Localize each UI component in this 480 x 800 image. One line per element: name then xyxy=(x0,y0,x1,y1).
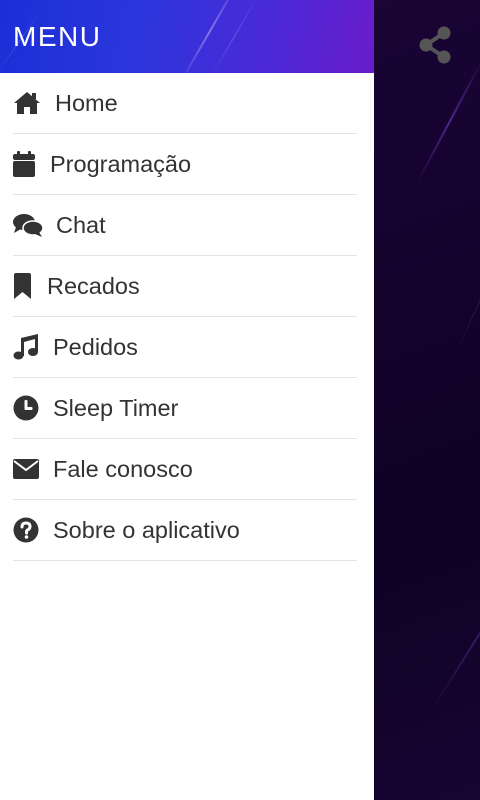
menu-item-sleep-timer[interactable]: Sleep Timer xyxy=(13,378,357,439)
music-note-icon xyxy=(13,333,53,361)
menu-item-programacao[interactable]: Programação xyxy=(13,134,357,195)
share-icon xyxy=(418,26,452,69)
share-button[interactable] xyxy=(414,26,456,68)
menu-item-label: Recados xyxy=(47,273,140,299)
menu-item-label: Pedidos xyxy=(53,334,138,360)
menu-item-label: Programação xyxy=(50,151,192,177)
drawer-header: MENU xyxy=(0,0,374,73)
bookmark-icon xyxy=(13,272,47,300)
menu-item-pedidos[interactable]: Pedidos xyxy=(13,317,357,378)
calendar-icon xyxy=(13,150,50,178)
menu-item-label: Chat xyxy=(56,212,106,238)
drawer-title: MENU xyxy=(13,21,102,52)
background-streak xyxy=(416,58,480,184)
navigation-drawer: MENU Home Programação Chat Recados Pedid… xyxy=(0,0,374,800)
home-icon xyxy=(13,89,55,117)
menu-item-chat[interactable]: Chat xyxy=(13,195,357,256)
menu-item-label: Sleep Timer xyxy=(53,395,179,421)
chat-bubbles-icon xyxy=(13,211,56,239)
clock-icon xyxy=(13,394,53,422)
menu-item-sobre-o-aplicativo[interactable]: Sobre o aplicativo xyxy=(13,500,357,561)
menu-item-label: Fale conosco xyxy=(53,456,193,482)
menu-item-label: Home xyxy=(55,90,118,116)
menu-item-home[interactable]: Home xyxy=(13,73,357,134)
menu-item-fale-conosco[interactable]: Fale conosco xyxy=(13,439,357,500)
menu-list: Home Programação Chat Recados Pedidos Sl… xyxy=(0,73,374,561)
envelope-icon xyxy=(13,455,53,483)
question-circle-icon xyxy=(13,516,53,544)
app-screen: MENU Home Programação Chat Recados Pedid… xyxy=(0,0,480,800)
menu-item-recados[interactable]: Recados xyxy=(13,256,357,317)
background-streak xyxy=(454,245,480,356)
background-streak xyxy=(431,572,480,710)
menu-item-label: Sobre o aplicativo xyxy=(53,517,240,543)
header-streak xyxy=(179,0,241,73)
